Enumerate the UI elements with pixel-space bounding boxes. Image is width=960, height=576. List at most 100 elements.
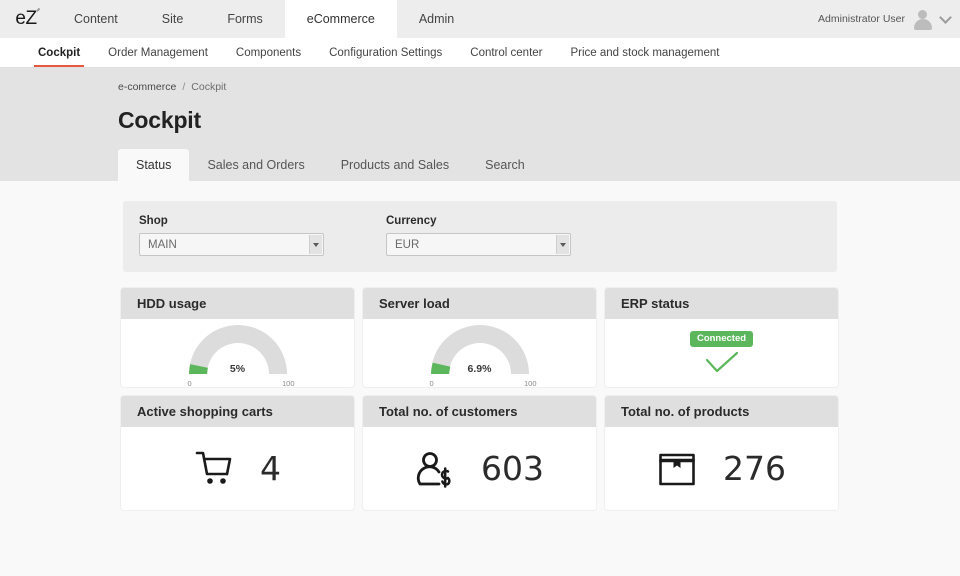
breadcrumb: e-commerce / Cockpit [0, 81, 960, 93]
card-body: 5% 0 100 [121, 319, 354, 387]
card-body: 4 [121, 427, 354, 510]
topnav-item-content[interactable]: Content [52, 0, 140, 38]
user-name-label: Administrator User [818, 13, 905, 25]
card-title: HDD usage [121, 288, 354, 319]
breadcrumb-current: Cockpit [191, 81, 226, 93]
hdd-usage-gauge: 5% 0 100 [179, 322, 297, 384]
subnav-item-configuration-settings[interactable]: Configuration Settings [315, 38, 456, 67]
card-title: Total no. of products [605, 396, 838, 427]
topnav-label: Content [74, 12, 118, 26]
currency-label: Currency [386, 215, 571, 227]
card-server-load: Server load 6.9% 0 100 [363, 288, 596, 387]
subnav-item-components[interactable]: Components [222, 38, 315, 67]
shop-selected-value: MAIN [140, 239, 177, 251]
card-title: Total no. of customers [363, 396, 596, 427]
page-header-band: e-commerce / Cockpit Cockpit Status Sale… [0, 68, 960, 181]
card-erp-status: ERP status Connected [605, 288, 838, 387]
chevron-down-icon[interactable] [939, 11, 952, 24]
subnav-label: Cockpit [38, 47, 80, 59]
topnav-item-forms[interactable]: Forms [205, 0, 284, 38]
tab-label: Products and Sales [341, 158, 449, 172]
server-load-gauge: 6.9% 0 100 [421, 322, 539, 384]
breadcrumb-separator: / [182, 81, 185, 93]
checkmark-icon [704, 351, 740, 375]
topnav-label: Forms [227, 12, 262, 26]
shop-select[interactable]: MAIN [139, 233, 324, 256]
subnav-label: Components [236, 47, 301, 59]
server-load-value: 6.9% [421, 363, 539, 375]
tab-bar: Status Sales and Orders Products and Sal… [118, 149, 543, 181]
server-gauge-min-label: 0 [430, 379, 434, 387]
total-products-value: 276 [723, 452, 786, 485]
caret-down-icon[interactable] [309, 235, 322, 254]
card-body: 276 [605, 427, 838, 510]
card-body: 6.9% 0 100 [363, 319, 596, 387]
filter-panel: Shop MAIN Currency EUR [123, 201, 837, 272]
hdd-gauge-max-label: 100 [282, 379, 295, 387]
shop-label: Shop [139, 215, 324, 227]
ez-logo[interactable]: eZ [0, 0, 52, 38]
hdd-gauge-min-label: 0 [188, 379, 192, 387]
currency-select[interactable]: EUR [386, 233, 571, 256]
currency-field: Currency EUR [386, 215, 571, 256]
card-active-shopping-carts: Active shopping carts 4 [121, 396, 354, 510]
total-customers-value: 603 [481, 452, 544, 485]
top-navigation-bar: eZ Content Site Forms eCommerce Admin Ad… [0, 0, 960, 38]
sub-navigation-bar: Cockpit Order Management Components Conf… [0, 38, 960, 68]
page-title: Cockpit [0, 107, 960, 134]
subnav-label: Order Management [108, 47, 208, 59]
card-body: 603 [363, 427, 596, 510]
breadcrumb-root[interactable]: e-commerce [118, 81, 176, 93]
hdd-usage-value: 5% [179, 363, 297, 375]
tab-status[interactable]: Status [118, 149, 189, 181]
card-title: Active shopping carts [121, 396, 354, 427]
shopping-cart-icon [194, 450, 234, 488]
subnav-label: Control center [470, 47, 542, 59]
currency-selected-value: EUR [387, 239, 419, 251]
card-total-customers: Total no. of customers 603 [363, 396, 596, 510]
main-content: Shop MAIN Currency EUR HDD usage [0, 181, 960, 510]
stat-content: 603 [415, 450, 544, 488]
avatar-head [918, 10, 927, 19]
stat-content: 4 [194, 450, 281, 488]
tab-search[interactable]: Search [467, 149, 543, 181]
erp-status-content: Connected [690, 331, 753, 375]
topnav-item-ecommerce[interactable]: eCommerce [285, 0, 397, 38]
topnav-label: Admin [419, 12, 454, 26]
logo-text: eZ [15, 8, 36, 30]
tab-label: Status [136, 158, 171, 172]
subnav-item-price-and-stock-management[interactable]: Price and stock management [557, 38, 734, 67]
stat-content: 276 [657, 450, 786, 488]
active-carts-value: 4 [260, 452, 281, 485]
caret-down-icon[interactable] [556, 235, 569, 254]
card-title: ERP status [605, 288, 838, 319]
topnav-label: eCommerce [307, 12, 375, 26]
card-body: Connected [605, 319, 838, 387]
subnav-item-order-management[interactable]: Order Management [94, 38, 222, 67]
subnav-item-control-center[interactable]: Control center [456, 38, 556, 67]
topnav-item-admin[interactable]: Admin [397, 0, 476, 38]
user-avatar-icon [912, 8, 934, 30]
customer-dollar-icon [415, 450, 455, 488]
tab-label: Sales and Orders [207, 158, 304, 172]
topnav-label: Site [162, 12, 184, 26]
tab-sales-and-orders[interactable]: Sales and Orders [189, 149, 322, 181]
avatar-body [914, 19, 932, 30]
card-hdd-usage: HDD usage 5% 0 100 [121, 288, 354, 387]
user-menu[interactable]: Administrator User [818, 0, 960, 38]
server-gauge-max-label: 100 [524, 379, 537, 387]
status-badge: Connected [690, 331, 753, 347]
dashboard-cards-grid: HDD usage 5% 0 100 Server load [121, 288, 839, 510]
subnav-item-cockpit[interactable]: Cockpit [24, 38, 94, 67]
tab-label: Search [485, 158, 525, 172]
top-nav-items: Content Site Forms eCommerce Admin [52, 0, 476, 38]
card-total-products: Total no. of products 276 [605, 396, 838, 510]
tab-products-and-sales[interactable]: Products and Sales [323, 149, 467, 181]
logo-accent-mark [36, 8, 40, 12]
shop-field: Shop MAIN [139, 215, 324, 256]
subnav-label: Price and stock management [571, 47, 720, 59]
topnav-item-site[interactable]: Site [140, 0, 206, 38]
product-box-icon [657, 450, 697, 488]
card-title: Server load [363, 288, 596, 319]
subnav-label: Configuration Settings [329, 47, 442, 59]
